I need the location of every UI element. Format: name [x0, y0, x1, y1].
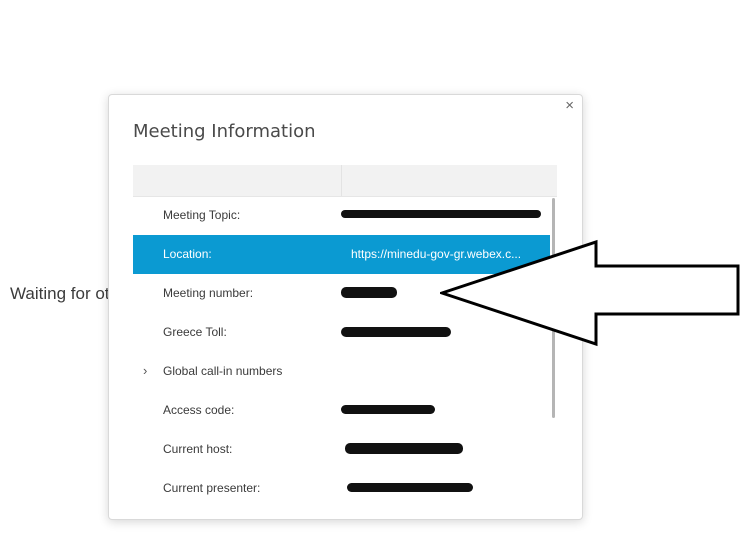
redacted-value: [341, 210, 541, 218]
redacted-value: [341, 327, 451, 337]
row-label: Access code:: [163, 403, 235, 417]
close-icon[interactable]: ×: [565, 98, 574, 114]
row-label: Greece Toll:: [163, 325, 227, 339]
row-current-host[interactable]: Current host:: [133, 430, 550, 469]
row-label: Current host:: [163, 442, 233, 456]
row-label: Current presenter:: [163, 481, 261, 495]
row-label: Meeting Topic:: [163, 208, 241, 222]
redacted-value: [341, 287, 397, 298]
row-label: Global call-in numbers: [163, 364, 283, 378]
row-label: Meeting number:: [163, 286, 254, 300]
redacted-value: [347, 483, 473, 492]
redacted-value: [345, 443, 463, 454]
row-label: Location:: [163, 247, 212, 261]
row-access-code[interactable]: Access code:: [133, 391, 550, 430]
chevron-right-icon[interactable]: ›: [143, 363, 147, 378]
row-global-call-in-numbers[interactable]: › Global call-in numbers: [133, 352, 550, 391]
row-current-presenter[interactable]: Current presenter:: [133, 469, 550, 508]
redacted-value: [341, 405, 435, 414]
table-header: [133, 165, 557, 197]
column-divider: [341, 165, 342, 196]
row-meeting-topic[interactable]: Meeting Topic:: [133, 196, 550, 235]
annotation-arrow-icon: [440, 239, 740, 347]
dialog-title: Meeting Information: [133, 121, 316, 142]
